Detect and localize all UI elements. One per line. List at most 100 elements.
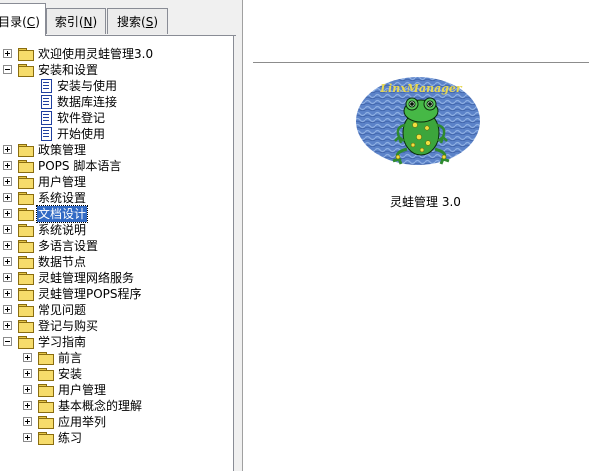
folder-icon bbox=[18, 272, 34, 285]
folder-icon bbox=[18, 176, 34, 189]
tab-label: 搜索( bbox=[117, 15, 146, 29]
folder-icon bbox=[18, 304, 34, 317]
expand-icon[interactable] bbox=[23, 401, 32, 410]
expand-icon[interactable] bbox=[3, 177, 12, 186]
tree-node-label[interactable]: 开始使用 bbox=[57, 126, 105, 142]
nav-tabs: 目录(C) 索引(N) 搜索(S) bbox=[0, 0, 236, 36]
tree-node-label[interactable]: 文档设计 bbox=[35, 205, 89, 223]
tab-index[interactable]: 索引(N) bbox=[46, 8, 106, 34]
folder-icon bbox=[18, 336, 34, 349]
tree-node[interactable]: 学习指南 bbox=[0, 334, 230, 350]
tree-node[interactable]: 软件登记 bbox=[0, 110, 230, 126]
tree-node-label[interactable]: 数据节点 bbox=[38, 254, 86, 270]
product-caption: 灵蛙管理 3.0 bbox=[390, 195, 461, 209]
logo-text: LinxManager bbox=[379, 82, 463, 95]
folder-icon bbox=[38, 416, 54, 429]
contents-tree[interactable]: 欢迎使用灵蛙管理3.0 安装和设置 安装与使用 数据库连接 软件登记 开始使用 政策管理 PO… bbox=[0, 36, 234, 471]
tree-node-label[interactable]: 用户管理 bbox=[58, 382, 106, 398]
frog-logo: LinxManager bbox=[356, 77, 480, 165]
navigation-pane: 目录(C) 索引(N) 搜索(S) 欢迎使用灵蛙管理3.0 安装和设置 安装与使用数… bbox=[0, 0, 236, 471]
collapse-icon[interactable] bbox=[3, 337, 12, 346]
tree-node[interactable]: 基本概念的理解 bbox=[0, 398, 230, 414]
tree-node-label[interactable]: 安装和设置 bbox=[38, 62, 98, 78]
tab-label: 目录( bbox=[0, 15, 27, 29]
expand-icon[interactable] bbox=[3, 161, 12, 170]
tree-node[interactable]: 灵蛙管理网络服务 bbox=[0, 270, 230, 286]
tree-node-label[interactable]: 安装与使用 bbox=[57, 78, 117, 94]
tree-node[interactable]: POPS 脚本语言 bbox=[0, 158, 230, 174]
tab-contents[interactable]: 目录(C) bbox=[0, 3, 46, 36]
tab-search[interactable]: 搜索(S) bbox=[107, 8, 168, 34]
tree-node-label[interactable]: 软件登记 bbox=[57, 110, 105, 126]
document-icon bbox=[40, 127, 52, 141]
expand-icon[interactable] bbox=[3, 49, 12, 58]
tree-node-label[interactable]: POPS 脚本语言 bbox=[38, 158, 121, 174]
folder-icon bbox=[38, 368, 54, 381]
collapse-icon[interactable] bbox=[3, 65, 12, 74]
folder-icon bbox=[18, 256, 34, 269]
expand-icon[interactable] bbox=[23, 385, 32, 394]
tree-node[interactable]: 系统说明 bbox=[0, 222, 230, 238]
tree-node-label[interactable]: 登记与购买 bbox=[38, 318, 98, 334]
tree-node-label[interactable]: 安装 bbox=[58, 366, 82, 382]
tree-node[interactable]: 安装与使用 bbox=[0, 78, 230, 94]
tab-label-end: ) bbox=[153, 15, 158, 29]
tree-node[interactable]: 前言 bbox=[0, 350, 230, 366]
tree-node[interactable]: 文档设计 bbox=[0, 205, 230, 223]
document-icon bbox=[40, 95, 52, 109]
tree-node[interactable]: 安装和设置 bbox=[0, 62, 230, 78]
tree-node-label[interactable]: 灵蛙管理POPS程序 bbox=[38, 286, 142, 302]
expand-icon[interactable] bbox=[3, 145, 12, 154]
tree-node[interactable]: 数据节点 bbox=[0, 254, 230, 270]
expand-icon[interactable] bbox=[3, 257, 12, 266]
tab-label-end: ) bbox=[35, 15, 40, 29]
document-icon bbox=[40, 79, 52, 93]
expand-icon[interactable] bbox=[23, 433, 32, 442]
tree-node-label[interactable]: 基本概念的理解 bbox=[58, 398, 142, 414]
expand-icon[interactable] bbox=[3, 273, 12, 282]
tree-node[interactable]: 练习 bbox=[0, 430, 230, 446]
tree-node[interactable]: 常见问题 bbox=[0, 302, 230, 318]
tree-node[interactable]: 多语言设置 bbox=[0, 238, 230, 254]
tree-node[interactable]: 安装 bbox=[0, 366, 230, 382]
tree-node-label[interactable]: 应用举列 bbox=[58, 414, 106, 430]
expand-icon[interactable] bbox=[3, 241, 12, 250]
tree-node[interactable]: 登记与购买 bbox=[0, 318, 230, 334]
expand-icon[interactable] bbox=[3, 225, 12, 234]
tree-node-label[interactable]: 学习指南 bbox=[38, 334, 86, 350]
tree-node[interactable]: 开始使用 bbox=[0, 126, 230, 142]
tree-node[interactable]: 应用举列 bbox=[0, 414, 230, 430]
expand-icon[interactable] bbox=[23, 353, 32, 362]
expand-icon[interactable] bbox=[3, 209, 12, 218]
expand-icon[interactable] bbox=[3, 193, 12, 202]
tree-node-label[interactable]: 用户管理 bbox=[38, 174, 86, 190]
tree-node-label[interactable]: 常见问题 bbox=[38, 302, 86, 318]
expand-icon[interactable] bbox=[23, 417, 32, 426]
tree-node[interactable]: 数据库连接 bbox=[0, 94, 230, 110]
tree-node-label[interactable]: 灵蛙管理网络服务 bbox=[38, 270, 134, 286]
folder-icon bbox=[18, 240, 34, 253]
tree-node[interactable]: 政策管理 bbox=[0, 142, 230, 158]
tree-node-label[interactable]: 政策管理 bbox=[38, 142, 86, 158]
folder-icon bbox=[18, 64, 34, 77]
tree-node[interactable]: 欢迎使用灵蛙管理3.0 bbox=[0, 46, 230, 62]
tree-node[interactable]: 用户管理 bbox=[0, 174, 230, 190]
expand-icon[interactable] bbox=[3, 305, 12, 314]
tree-node-label[interactable]: 前言 bbox=[58, 350, 82, 366]
tree-node-label[interactable]: 多语言设置 bbox=[38, 238, 98, 254]
tab-label: 索引( bbox=[54, 15, 84, 29]
tab-accesskey: C bbox=[26, 15, 36, 29]
tree-node-label[interactable]: 欢迎使用灵蛙管理3.0 bbox=[38, 46, 153, 62]
tree-node-label[interactable]: 练习 bbox=[58, 430, 82, 446]
horizontal-rule bbox=[253, 62, 589, 63]
expand-icon[interactable] bbox=[3, 321, 12, 330]
tree-node[interactable]: 系统设置 bbox=[0, 190, 230, 206]
tree-node-label[interactable]: 系统说明 bbox=[38, 222, 86, 238]
expand-icon[interactable] bbox=[23, 369, 32, 378]
tree-node[interactable]: 灵蛙管理POPS程序 bbox=[0, 286, 230, 302]
tree-node-label[interactable]: 系统设置 bbox=[38, 190, 86, 206]
tree-node-label[interactable]: 数据库连接 bbox=[57, 94, 117, 110]
tab-label-end: ) bbox=[92, 15, 98, 29]
tree-node[interactable]: 用户管理 bbox=[0, 382, 230, 398]
expand-icon[interactable] bbox=[3, 289, 12, 298]
